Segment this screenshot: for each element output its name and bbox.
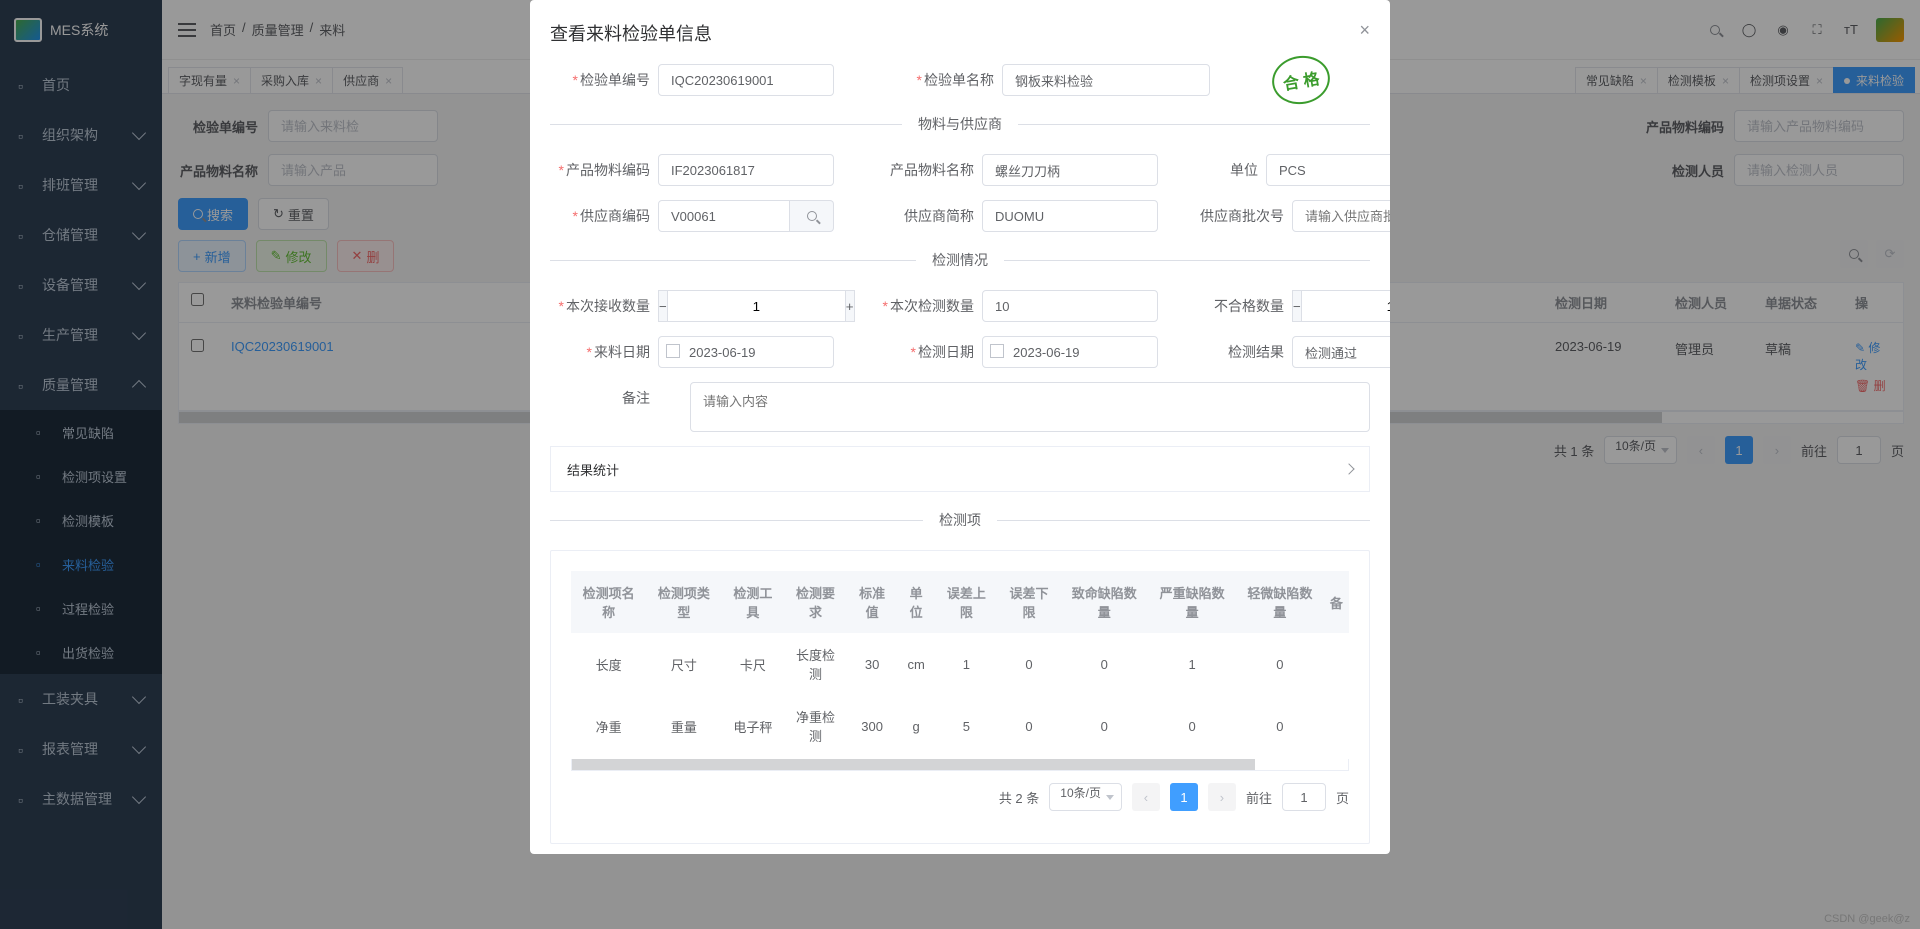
item-col: 检测工具 [722,571,785,633]
item-row: 长度尺寸卡尺长度检测30cm10010 [571,633,1349,695]
field-unit[interactable] [1266,154,1390,186]
field-result-select[interactable] [1292,336,1390,368]
field-inspect-name[interactable] [1002,64,1210,96]
qualified-stamp-icon: 合 格 [1268,51,1333,108]
field-inspect-no[interactable] [658,64,834,96]
field-check-date[interactable] [982,336,1158,368]
item-col: 单位 [897,571,935,633]
item-col: 严重缺陷数量 [1148,571,1236,633]
section-check-divider: 检测情况 [550,250,1370,270]
dialog-title: 查看来料检验单信息 [550,20,712,46]
stepper-minus[interactable]: − [658,290,668,322]
stepper-recv-qty[interactable]: −+ [658,290,834,322]
collapse-stats[interactable]: 结果统计 [550,446,1370,492]
field-vendor-lot[interactable] [1292,200,1390,232]
calendar-icon [990,344,1004,358]
items-pager-next[interactable]: › [1208,783,1236,811]
field-vendor-code[interactable] [658,200,790,232]
dialog-close-icon[interactable]: × [1359,20,1370,46]
check-items-panel: 检测项名称检测项类型检测工具检测要求标准值单位误差上限误差下限致命缺陷数量严重缺… [550,550,1370,844]
field-in-date[interactable] [658,336,834,368]
item-col: 检测项类型 [646,571,721,633]
field-item-code[interactable] [658,154,834,186]
field-vendor-short[interactable] [982,200,1158,232]
field-remark[interactable] [690,382,1370,432]
item-col: 标准值 [847,571,897,633]
items-pager-goto-input[interactable] [1282,783,1326,811]
section-items-divider: 检测项 [550,510,1370,530]
item-col: 致命缺陷数量 [1060,571,1148,633]
chevron-right-icon [1343,463,1354,474]
item-col: 误差上限 [935,571,998,633]
items-pagination: 共 2 条 10条/页 ‹ 1 › 前往 页 [571,771,1349,823]
items-scrollbar[interactable] [571,759,1349,771]
field-check-qty[interactable] [982,290,1158,322]
vendor-search-button[interactable] [790,200,834,232]
watermark: CSDN @geek@z [1824,913,1910,925]
field-item-name[interactable] [982,154,1158,186]
item-row: 净重重量电子秤净重检测300g50000 [571,695,1349,757]
item-col: 检测项名称 [571,571,646,633]
section-material-divider: 物料与供应商 [550,114,1370,134]
dialog: 查看来料检验单信息 × 合 格 *检验单编号 *检验单名称 物料与供应商 *产品… [530,0,1390,854]
check-items-table: 检测项名称检测项类型检测工具检测要求标准值单位误差上限误差下限致命缺陷数量严重缺… [571,571,1349,757]
item-col: 轻微缺陷数量 [1236,571,1324,633]
stepper-ng-qty[interactable]: −+ [1292,290,1390,322]
stepper-plus[interactable]: + [845,290,855,322]
item-col: 备 [1324,571,1349,633]
items-page-size-select[interactable]: 10条/页 [1049,783,1122,811]
item-col: 检测要求 [784,571,847,633]
item-col: 误差下限 [998,571,1061,633]
calendar-icon [666,344,680,358]
items-pager-prev[interactable]: ‹ [1132,783,1160,811]
items-pager-page-1[interactable]: 1 [1170,783,1198,811]
stepper-minus[interactable]: − [1292,290,1302,322]
